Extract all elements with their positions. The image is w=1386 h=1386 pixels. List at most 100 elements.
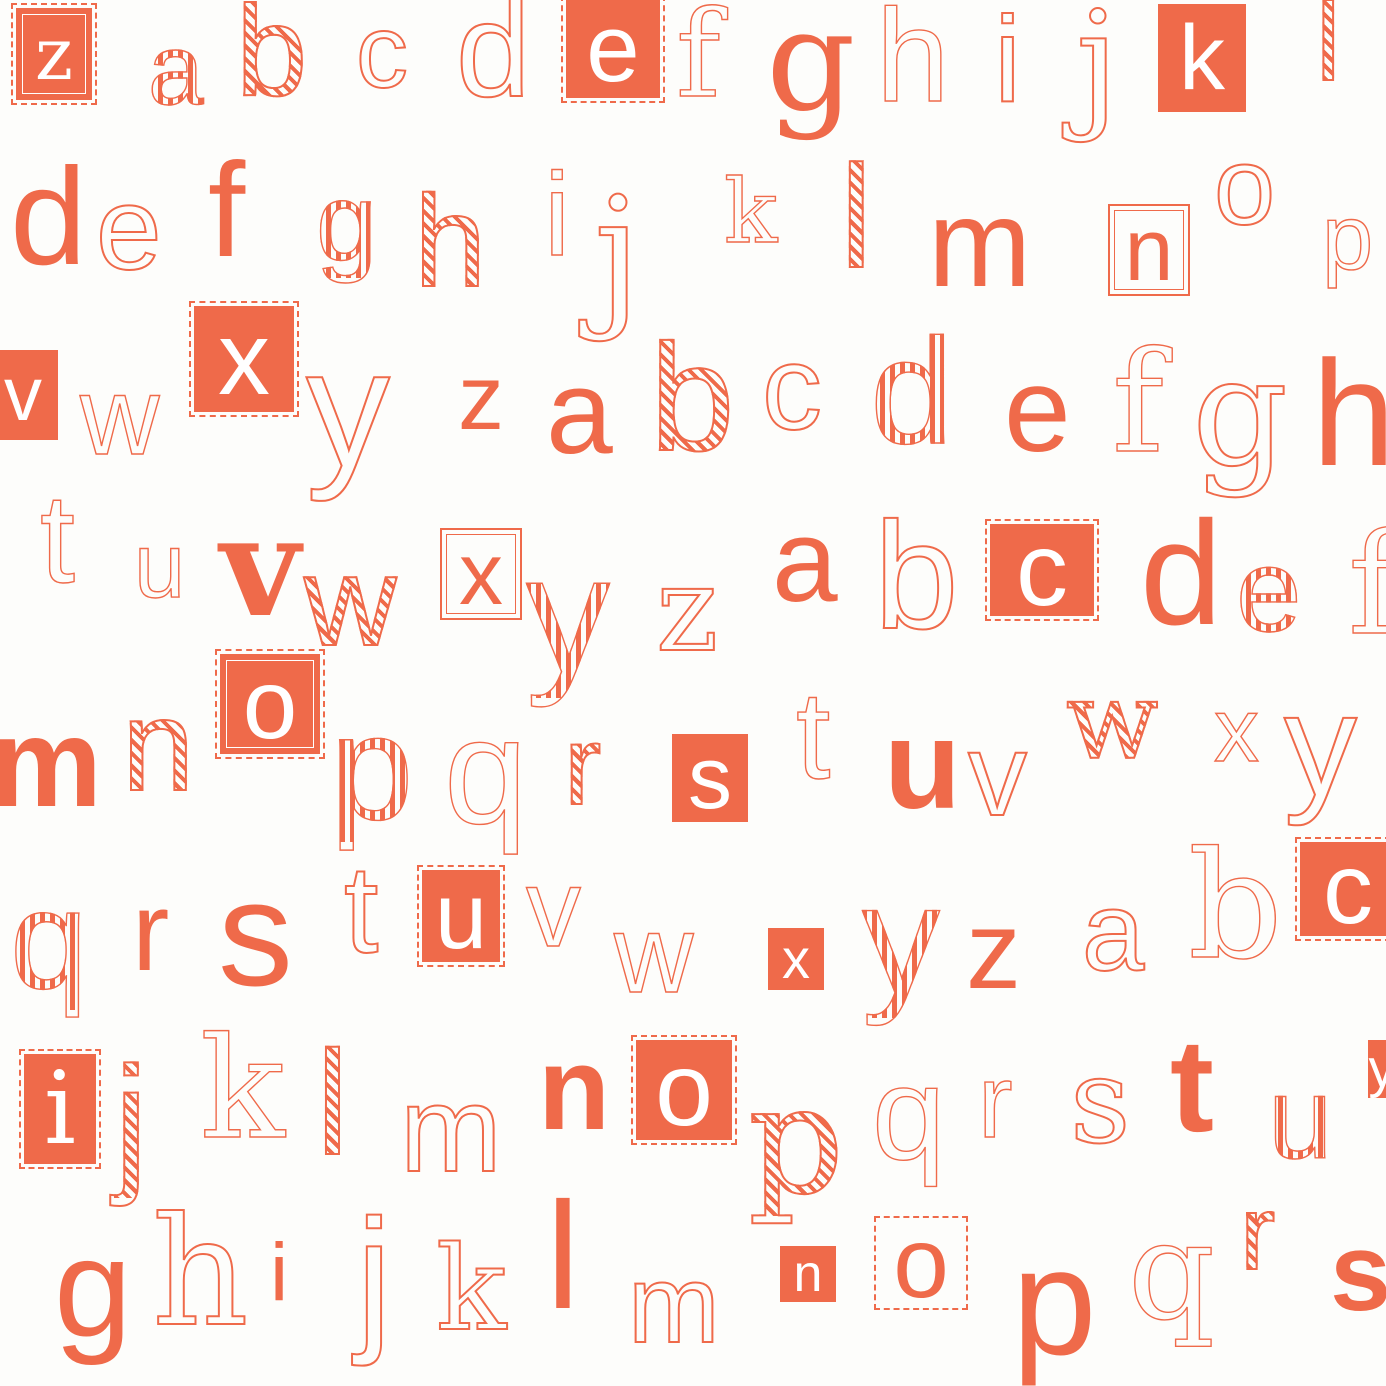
letter-q: q bbox=[871, 1040, 946, 1187]
letter-w: w bbox=[303, 530, 397, 673]
letter-m: m bbox=[627, 1243, 721, 1366]
letter-z: z bbox=[458, 347, 504, 449]
letter-tile-x: x bbox=[768, 928, 824, 990]
letter-r: r bbox=[1239, 1174, 1276, 1292]
letter-y: y bbox=[305, 314, 391, 502]
letter-c: c bbox=[355, 0, 409, 110]
letter-h: h bbox=[1312, 329, 1386, 497]
letter-tile-o: o bbox=[631, 1035, 737, 1145]
letter-a: a bbox=[147, 14, 204, 126]
letter-i: i bbox=[543, 149, 571, 281]
letter-v: v bbox=[525, 847, 581, 970]
letter-z: z bbox=[966, 889, 1021, 1012]
letter-l: l bbox=[839, 135, 873, 298]
letter-tile-v: v bbox=[0, 350, 58, 440]
letter-tile-z: z bbox=[11, 3, 97, 105]
letter-tile-n: n bbox=[780, 1246, 836, 1302]
letter-e: e bbox=[1004, 343, 1071, 477]
letter-tile-s: s bbox=[672, 734, 748, 822]
letter-t: t bbox=[1170, 1012, 1214, 1159]
letter-b: b bbox=[873, 491, 960, 661]
letter-p: p bbox=[329, 683, 414, 851]
letter-a: a bbox=[1081, 869, 1145, 994]
letter-i: i bbox=[993, 0, 1022, 127]
letter-a: a bbox=[772, 495, 838, 627]
letter-m: m bbox=[928, 175, 1032, 313]
letter-u: u bbox=[133, 515, 186, 617]
letter-u: u bbox=[884, 694, 961, 835]
letter-s: s bbox=[1069, 1032, 1132, 1170]
letter-d: d bbox=[455, 0, 532, 125]
letter-tile-o: o bbox=[215, 649, 325, 759]
letter-w: w bbox=[1065, 659, 1159, 784]
letter-q: q bbox=[443, 687, 528, 855]
letter-y: y bbox=[525, 520, 610, 708]
letter-k: k bbox=[435, 1222, 507, 1357]
letter-frame-x: x bbox=[440, 528, 522, 620]
letter-g: g bbox=[315, 161, 378, 284]
letter-b: b bbox=[235, 0, 308, 117]
letter-h: h bbox=[413, 168, 487, 314]
letter-g: g bbox=[766, 0, 856, 143]
letter-j: j bbox=[1075, 0, 1120, 145]
letter-tile-e: e bbox=[561, 0, 665, 103]
letter-r: r bbox=[563, 703, 602, 828]
letter-n: n bbox=[538, 1023, 611, 1155]
letter-e: e bbox=[95, 163, 163, 295]
letter-w: w bbox=[79, 355, 160, 478]
letter-i: i bbox=[270, 1227, 289, 1318]
letter-u: u bbox=[1267, 1053, 1333, 1183]
letter-j: j bbox=[355, 1186, 393, 1367]
letter-tile-c: c bbox=[1295, 837, 1386, 941]
letter-f: f bbox=[675, 0, 721, 125]
letter-e: e bbox=[1235, 525, 1302, 657]
letter-m: m bbox=[399, 1061, 503, 1197]
letter-h: h bbox=[875, 0, 950, 129]
letter-d: d bbox=[1140, 491, 1223, 656]
letter-r: r bbox=[977, 1044, 1013, 1160]
letter-s: s bbox=[1330, 1211, 1386, 1334]
letter-o: o bbox=[1213, 125, 1276, 248]
letter-frame-n: n bbox=[1108, 204, 1190, 296]
letter-l: l bbox=[1315, 0, 1341, 99]
letter-tile-u: u bbox=[417, 865, 505, 967]
letter-tile-y: y bbox=[1368, 1040, 1386, 1098]
letter-t: t bbox=[39, 468, 76, 609]
letter-tile-x: x bbox=[189, 301, 299, 417]
letter-g: g bbox=[54, 1209, 132, 1366]
letter-y: y bbox=[1283, 663, 1358, 826]
letter-r: r bbox=[132, 869, 170, 994]
letter-q: q bbox=[9, 861, 88, 1018]
letter-v: v bbox=[967, 709, 1028, 841]
letter-z: z bbox=[655, 540, 719, 678]
letter-b: b bbox=[649, 313, 736, 483]
letter-d: d bbox=[869, 307, 954, 475]
letter-c: c bbox=[761, 321, 823, 455]
letter-f: f bbox=[1111, 322, 1164, 485]
letter-j: j bbox=[593, 165, 643, 344]
letter-t: t bbox=[343, 841, 379, 979]
letter-k: k bbox=[723, 160, 778, 263]
letter-b: b bbox=[1187, 820, 1283, 992]
letter-l: l bbox=[546, 1171, 580, 1341]
letter-k: k bbox=[199, 1008, 285, 1171]
letter-tile-i: i bbox=[19, 1049, 101, 1169]
letter-f: f bbox=[208, 136, 246, 285]
letter-n: n bbox=[121, 672, 195, 818]
letter-f: f bbox=[1347, 504, 1386, 667]
alphabet-wallpaper: z a b c d e f g h i j k l d e f g h i j … bbox=[0, 0, 1386, 1386]
letter-q: q bbox=[1127, 1193, 1216, 1351]
letter-x: x bbox=[1213, 681, 1259, 781]
letter-v: v bbox=[220, 485, 301, 648]
letter-p: p bbox=[1321, 187, 1374, 289]
letter-tile-k: k bbox=[1158, 4, 1246, 112]
letter-g: g bbox=[1191, 326, 1289, 500]
letter-j: j bbox=[113, 1035, 149, 1207]
letter-l: l bbox=[315, 1021, 350, 1186]
letter-s: s bbox=[218, 849, 293, 1017]
letter-frame-o: o bbox=[874, 1213, 968, 1313]
letter-m: m bbox=[0, 692, 103, 833]
letter-p: p bbox=[747, 1054, 845, 1228]
letter-a: a bbox=[546, 345, 613, 479]
letter-w: w bbox=[613, 893, 694, 1016]
